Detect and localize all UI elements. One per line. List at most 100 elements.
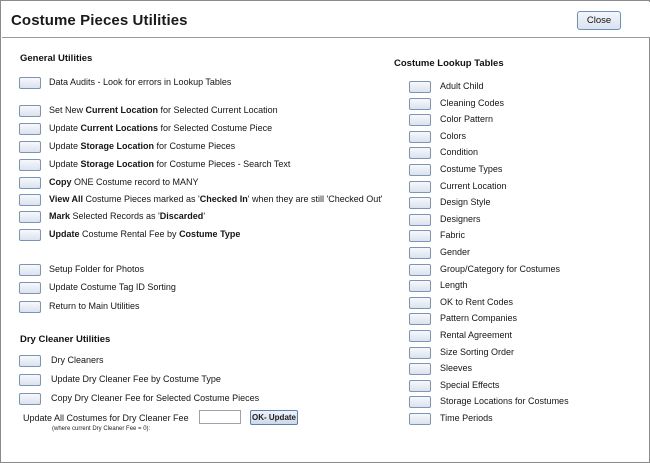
general-utility-button[interactable] [19,177,41,189]
general-utility-label: Update Costume Rental Fee by Costume Typ… [49,229,240,239]
window-header: Costume Pieces Utilities Close [2,2,650,38]
lookup-label: Condition [440,147,479,158]
general-utility-button[interactable] [19,77,41,89]
lookup-label: Time Periods [440,413,493,423]
lookup-label: Length [440,280,468,291]
lookup-label: Cleaning Codes [440,97,505,108]
bold-text: Discarded [159,211,204,221]
lookup-label: Designers [440,213,481,224]
lookup-button-color-pattern[interactable] [409,114,431,127]
general-utility-label: Data Audits - Look for errors in Lookup … [49,77,231,87]
general-utility-label: Update Storage Location for Costume Piec… [49,141,235,151]
lookup-button-special-effects[interactable] [409,379,431,392]
lookup-button-time-periods[interactable] [409,413,431,425]
lookup-button-colors[interactable] [409,130,431,143]
dry-cleaner-button-copy-dry-cleaner-fee-for-selected-costume-pieces[interactable] [19,393,41,405]
lookup-label: Colors [440,130,467,141]
text: for Selected Current Location [158,105,278,115]
dry-cleaner-fee-label: Update All Costumes for Dry Cleaner Fee [23,413,189,423]
text: for Selected Costume Piece [158,123,273,133]
lookup-button-sleeves[interactable] [409,363,431,376]
text: Costume Rental Fee by [79,229,180,239]
text: Update [49,159,81,169]
lookup-button-length[interactable] [409,280,431,293]
lookup-label: Fabric [440,230,466,241]
general-utilities-title: General Utilities [20,53,93,64]
lookup-button-group-category-for-costumes[interactable] [409,263,431,276]
lookup-button-cleaning-codes[interactable] [409,97,431,110]
general-utility-label: Set New Current Location for Selected Cu… [49,105,278,115]
lookup-label: Current Location [440,180,507,191]
lookup-label: Color Pattern [440,114,494,125]
lookup-label: Group/Category for Costumes [440,263,561,274]
lookup-button-rental-agreement[interactable] [409,330,431,342]
dry-cleaner-label: Dry Cleaners [51,355,104,365]
text: for Costume Pieces [154,141,236,151]
text: Update [49,141,81,151]
text: Update [49,123,81,133]
general-utility-button[interactable] [19,105,41,117]
bold-text: View All [49,194,84,204]
bold-text: Current Locations [80,123,159,133]
text: Set New [49,105,86,115]
general-utility-label: View All Costume Pieces marked as 'Check… [49,194,383,204]
general-utility-button[interactable] [19,301,41,313]
lookup-label: Pattern Companies [440,313,518,324]
lookup-button-costume-types[interactable] [409,164,431,176]
close-button[interactable]: Close [577,11,621,30]
utilities-window: Costume Pieces Utilities Close General U… [0,0,650,463]
bold-text: Mark [49,211,71,221]
general-utility-label: Copy ONE Costume record to MANY [49,177,199,187]
bold-text: Storage Location [80,141,155,151]
dry-cleaner-utilities-title: Dry Cleaner Utilities [20,334,111,345]
general-utility-button[interactable] [19,159,41,171]
general-utility-button[interactable] [19,194,41,206]
lookup-label: OK to Rent Codes [440,296,514,307]
general-utility-button[interactable] [19,211,41,223]
window-title: Costume Pieces Utilities [11,12,188,29]
general-utility-button[interactable] [19,229,41,241]
general-utility-label: Return to Main Utilities [49,301,140,311]
lookup-label: Design Style [440,197,491,208]
lookup-button-gender[interactable] [409,247,431,259]
lookup-button-current-location[interactable] [409,180,431,193]
lookup-label: Rental Agreement [440,330,513,340]
lookup-label: Size Sorting Order [440,346,515,357]
lookup-button-storage-locations-for-costumes[interactable] [409,396,431,409]
dry-cleaner-fee-note: (where current Dry Cleaner Fee = 0): [52,426,151,432]
text: ' when they are still 'Checked Out' [247,194,383,204]
general-utility-button[interactable] [19,123,41,135]
lookup-button-size-sorting-order[interactable] [409,346,431,359]
dry-cleaner-button-dry-cleaners[interactable] [19,355,41,367]
lookup-button-ok-to-rent-codes[interactable] [409,296,431,309]
ok-update-button[interactable]: OK- Update [250,410,298,425]
lookup-button-design-style[interactable] [409,197,431,210]
general-utility-button[interactable] [19,141,41,153]
lookup-button-fabric[interactable] [409,230,431,243]
lookup-label: Storage Locations for Costumes [440,396,569,407]
lookup-label: Adult Child [440,81,484,91]
text: ONE Costume record to MANY [71,177,199,187]
bold-text: Update [49,229,80,239]
lookup-button-adult-child[interactable] [409,81,431,93]
lookup-label: Gender [440,247,471,257]
dry-cleaner-label: Update Dry Cleaner Fee by Costume Type [51,374,221,384]
bold-text: Costume Type [179,229,241,239]
lookup-tables-title: Costume Lookup Tables [394,58,504,69]
lookup-button-condition[interactable] [409,147,431,160]
dry-cleaner-label: Copy Dry Cleaner Fee for Selected Costum… [51,393,260,403]
text: Costume Pieces marked as ' [83,194,200,204]
general-utility-button[interactable] [19,264,41,276]
general-utility-label: Mark Selected Records as 'Discarded' [49,211,205,221]
dry-cleaner-button-update-dry-cleaner-fee-by-costume-type[interactable] [19,374,41,386]
dry-cleaner-fee-input[interactable] [199,410,241,424]
general-utility-label: Update Storage Location for Costume Piec… [49,159,290,169]
lookup-button-pattern-companies[interactable] [409,313,431,326]
text: Selected Records as ' [70,211,160,221]
lookup-label: Costume Types [440,164,503,174]
bold-text: Current Location [85,105,159,115]
lookup-button-designers[interactable] [409,213,431,226]
bold-text: Checked In [199,194,248,204]
bold-text: Copy [49,177,72,187]
general-utility-button[interactable] [19,282,41,294]
